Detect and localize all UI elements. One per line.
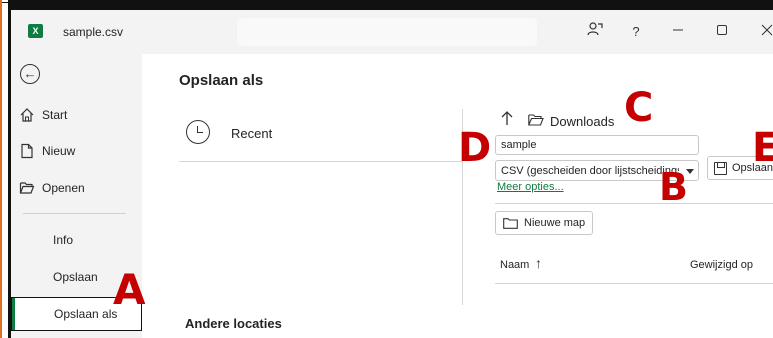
filename-input[interactable] bbox=[495, 135, 699, 155]
nav-label: Openen bbox=[42, 181, 85, 195]
nav-label: Opslaan als bbox=[54, 307, 118, 321]
page-title: Opslaan als bbox=[179, 72, 264, 89]
marker-e: E bbox=[752, 125, 773, 171]
title-bar: X sample.csv ? bbox=[11, 10, 773, 54]
excel-window: X sample.csv ? ← Start Nieuw Openen Info… bbox=[0, 0, 773, 338]
nav-label: Nieuw bbox=[42, 144, 76, 158]
nav-item-openen[interactable]: Openen bbox=[11, 173, 142, 203]
top-border-left bbox=[2, 0, 80, 10]
back-arrow-icon[interactable]: ← bbox=[20, 64, 40, 84]
nav-item-start[interactable]: Start bbox=[11, 100, 142, 130]
more-options-link[interactable]: Meer opties... bbox=[497, 181, 564, 193]
nav-label: Info bbox=[53, 233, 74, 247]
marker-b: B bbox=[659, 165, 688, 209]
title-search-box[interactable] bbox=[237, 18, 537, 46]
nav-label: Opslaan bbox=[53, 270, 98, 284]
new-folder-icon bbox=[503, 218, 518, 229]
new-folder-button[interactable]: Nieuwe map bbox=[495, 211, 593, 235]
breadcrumb[interactable]: Downloads bbox=[550, 114, 614, 129]
filetype-value: CSV (gescheiden door lijstscheidingsteke… bbox=[501, 165, 679, 177]
new-folder-label: Nieuwe map bbox=[524, 217, 586, 229]
divider bbox=[495, 203, 773, 204]
help-button[interactable]: ? bbox=[625, 21, 647, 43]
nav-divider bbox=[23, 213, 126, 214]
minimize-button[interactable] bbox=[667, 21, 689, 43]
window-edge bbox=[0, 0, 2, 338]
sort-ascending-icon[interactable]: ↑ bbox=[535, 255, 542, 271]
new-file-icon bbox=[19, 143, 35, 159]
folder-open-icon bbox=[19, 180, 35, 196]
location-label: Recent bbox=[231, 126, 273, 141]
location-recent[interactable]: Recent bbox=[182, 120, 422, 160]
up-folder-icon[interactable] bbox=[500, 110, 514, 131]
folder-icon bbox=[528, 114, 544, 126]
selection-indicator bbox=[12, 298, 15, 330]
maximize-button[interactable] bbox=[711, 21, 733, 43]
divider bbox=[495, 283, 773, 284]
clock-icon bbox=[186, 120, 210, 144]
excel-app-icon: X bbox=[28, 24, 43, 38]
marker-d: D bbox=[458, 125, 492, 171]
save-icon bbox=[714, 162, 727, 175]
nav-label: Start bbox=[42, 108, 68, 122]
divider bbox=[179, 161, 462, 162]
marker-a: A bbox=[113, 265, 146, 314]
present-icon[interactable] bbox=[584, 21, 606, 43]
column-header-modified[interactable]: Gewijzigd op bbox=[690, 259, 753, 271]
marker-c: C bbox=[624, 85, 654, 131]
column-header-name[interactable]: Naam bbox=[500, 259, 529, 271]
close-button[interactable] bbox=[756, 21, 773, 43]
nav-item-info[interactable]: Info bbox=[11, 225, 142, 255]
other-locations-heading: Andere locaties bbox=[185, 316, 282, 331]
nav-item-nieuw[interactable]: Nieuw bbox=[11, 136, 142, 166]
window-title: sample.csv bbox=[63, 25, 124, 39]
top-border bbox=[8, 0, 773, 10]
home-icon bbox=[19, 107, 35, 123]
